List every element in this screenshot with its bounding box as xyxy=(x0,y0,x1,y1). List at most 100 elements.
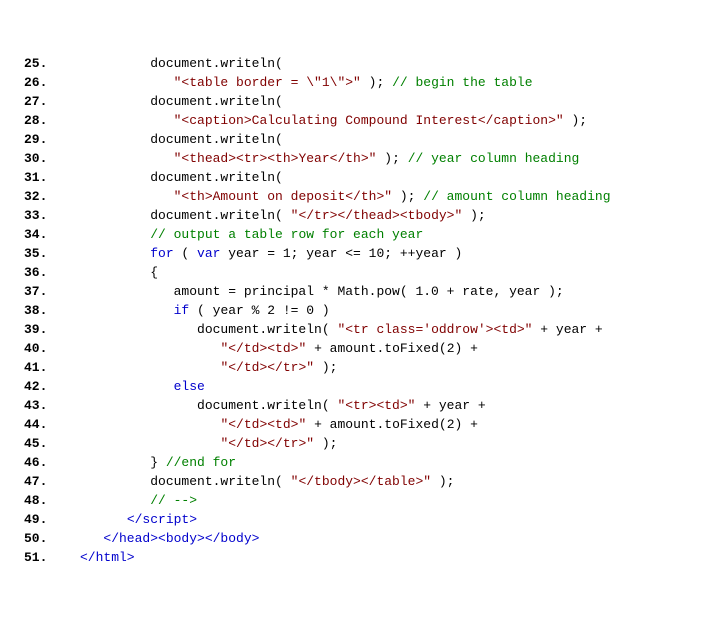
code-line: 25. document.writeln( xyxy=(24,54,696,73)
code-token: document.writeln( xyxy=(80,474,291,489)
code-token: // begin the table xyxy=(392,75,532,90)
code-line: 34. // output a table row for each year xyxy=(24,225,696,244)
line-number: 27. xyxy=(24,92,80,111)
code-token xyxy=(80,379,174,394)
code-line: 32. "<th>Amount on deposit</th>" ); // a… xyxy=(24,187,696,206)
code-token: } xyxy=(80,455,166,470)
code-line: 46. } //end for xyxy=(24,453,696,472)
code-line: 38. if ( year % 2 != 0 ) xyxy=(24,301,696,320)
code-line: 28. "<caption>Calculating Compound Inter… xyxy=(24,111,696,130)
code-line: 47. document.writeln( "</tbody></table>"… xyxy=(24,472,696,491)
line-number: 41. xyxy=(24,358,80,377)
code-line: 41. "</td></tr>" ); xyxy=(24,358,696,377)
code-token: ); xyxy=(564,113,587,128)
line-number: 42. xyxy=(24,377,80,396)
code-line: 42. else xyxy=(24,377,696,396)
code-line: 37. amount = principal * Math.pow( 1.0 +… xyxy=(24,282,696,301)
line-number: 40. xyxy=(24,339,80,358)
code-token: "<tr class='oddrow'><td>" xyxy=(337,322,532,337)
code-token: </script> xyxy=(127,512,197,527)
code-token: ); xyxy=(376,151,407,166)
code-token xyxy=(80,341,220,356)
code-token: + amount.toFixed(2) + xyxy=(306,417,478,432)
code-token xyxy=(80,436,220,451)
code-token xyxy=(80,189,174,204)
line-number: 31. xyxy=(24,168,80,187)
line-number: 29. xyxy=(24,130,80,149)
code-token: ); xyxy=(314,360,337,375)
code-token xyxy=(80,360,220,375)
code-token: document.writeln( xyxy=(80,94,283,109)
code-line: 29. document.writeln( xyxy=(24,130,696,149)
code-token: document.writeln( xyxy=(80,398,337,413)
line-number: 35. xyxy=(24,244,80,263)
code-line: 43. document.writeln( "<tr><td>" + year … xyxy=(24,396,696,415)
code-token: "<thead><tr><th>Year</th>" xyxy=(174,151,377,166)
code-token xyxy=(80,531,103,546)
line-number: 49. xyxy=(24,510,80,529)
code-line: 35. for ( var year = 1; year <= 10; ++ye… xyxy=(24,244,696,263)
code-token: ); xyxy=(361,75,392,90)
code-token: ( xyxy=(174,246,197,261)
line-number: 46. xyxy=(24,453,80,472)
line-number: 37. xyxy=(24,282,80,301)
line-number: 39. xyxy=(24,320,80,339)
code-token xyxy=(80,246,150,261)
code-line: 49. </script> xyxy=(24,510,696,529)
line-number: 45. xyxy=(24,434,80,453)
code-token: document.writeln( xyxy=(80,56,283,71)
code-token: document.writeln( xyxy=(80,322,337,337)
code-token: "<table border = \"1\">" xyxy=(174,75,361,90)
line-number: 33. xyxy=(24,206,80,225)
code-token: "<tr><td>" xyxy=(337,398,415,413)
code-token: for xyxy=(150,246,173,261)
code-token xyxy=(80,151,174,166)
line-number: 50. xyxy=(24,529,80,548)
code-token: amount = principal * Math.pow( 1.0 + rat… xyxy=(80,284,564,299)
code-line: 36. { xyxy=(24,263,696,282)
line-number: 34. xyxy=(24,225,80,244)
code-token: else xyxy=(174,379,205,394)
code-line: 44. "</td><td>" + amount.toFixed(2) + xyxy=(24,415,696,434)
code-token: document.writeln( xyxy=(80,170,283,185)
code-line: 39. document.writeln( "<tr class='oddrow… xyxy=(24,320,696,339)
line-number: 26. xyxy=(24,73,80,92)
code-token: "</td><td>" xyxy=(220,341,306,356)
line-number: 36. xyxy=(24,263,80,282)
line-number: 43. xyxy=(24,396,80,415)
code-token xyxy=(80,227,150,242)
code-line: 33. document.writeln( "</tr></thead><tbo… xyxy=(24,206,696,225)
code-token: // output a table row for each year xyxy=(150,227,423,242)
line-number: 25. xyxy=(24,54,80,73)
code-token: "<th>Amount on deposit</th>" xyxy=(174,189,392,204)
code-listing: 25. document.writeln(26. "<table border … xyxy=(24,54,696,567)
code-token: // amount column heading xyxy=(423,189,610,204)
code-token: //end for xyxy=(166,455,236,470)
code-line: 27. document.writeln( xyxy=(24,92,696,111)
code-token: "</td></tr>" xyxy=(220,360,314,375)
code-token: document.writeln( xyxy=(80,208,291,223)
code-token: if xyxy=(174,303,190,318)
code-token: "</tbody></table>" xyxy=(291,474,431,489)
code-token: </head><body></body> xyxy=(103,531,259,546)
code-token: "</td></tr>" xyxy=(220,436,314,451)
code-token xyxy=(80,75,174,90)
code-token: var xyxy=(197,246,220,261)
code-line: 40. "</td><td>" + amount.toFixed(2) + xyxy=(24,339,696,358)
code-line: 31. document.writeln( xyxy=(24,168,696,187)
code-token: ( year % 2 != 0 ) xyxy=(189,303,329,318)
code-token: { xyxy=(80,265,158,280)
code-token: document.writeln( xyxy=(80,132,283,147)
code-token: "</tr></thead><tbody>" xyxy=(291,208,463,223)
code-token: ); xyxy=(392,189,423,204)
code-token: + year + xyxy=(415,398,485,413)
code-token xyxy=(80,493,150,508)
code-token: ); xyxy=(431,474,454,489)
code-token: "</td><td>" xyxy=(220,417,306,432)
line-number: 44. xyxy=(24,415,80,434)
line-number: 38. xyxy=(24,301,80,320)
code-token: year = 1; year <= 10; ++year ) xyxy=(220,246,462,261)
code-token: ); xyxy=(462,208,485,223)
code-token: + year + xyxy=(533,322,603,337)
line-number: 48. xyxy=(24,491,80,510)
